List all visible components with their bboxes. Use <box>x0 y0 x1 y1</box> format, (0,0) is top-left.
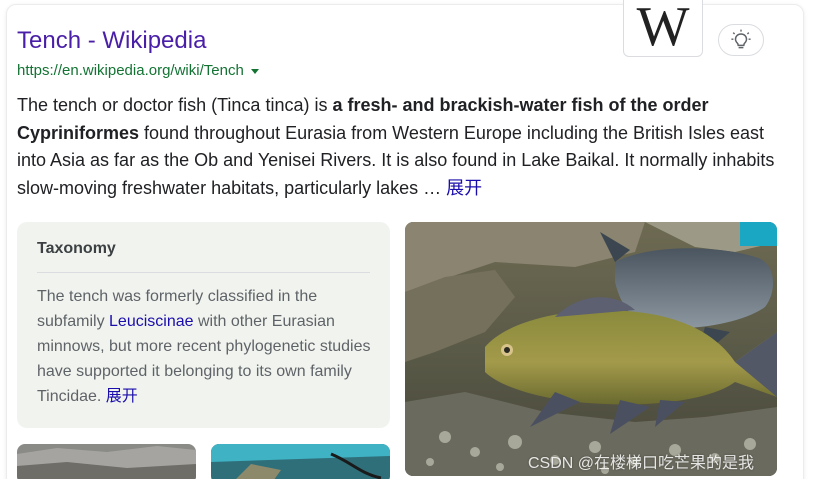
taxonomy-divider <box>37 272 370 273</box>
result-snippet: The tench or doctor fish (Tinca tinca) i… <box>17 92 787 202</box>
watermark-text: CSDN @在楼梯口吃芒果的是我 <box>528 455 755 472</box>
taxonomy-leuciscinae-link[interactable]: Leuciscinae <box>109 313 194 330</box>
taxonomy-title: Taxonomy <box>37 240 116 257</box>
thumbnail-2-graphic <box>211 444 390 479</box>
related-image-thumbnail-1[interactable] <box>17 444 196 479</box>
taxonomy-body: The tench was formerly classified in the… <box>37 284 372 409</box>
taxonomy-expand-link[interactable]: 展开 <box>106 388 138 405</box>
related-image-thumbnail-2[interactable] <box>211 444 390 479</box>
fish-photo-graphic <box>405 222 777 476</box>
lightbulb-icon <box>731 29 751 49</box>
result-url[interactable]: https://en.wikipedia.org/wiki/Tench <box>17 61 259 81</box>
search-result-page: Tench - Wikipedia https://en.wikipedia.o… <box>0 0 815 479</box>
snippet-text-1: The tench or doctor fish (Tinca tinca) i… <box>17 95 333 115</box>
lightbulb-button[interactable] <box>718 24 764 56</box>
snippet-expand-link[interactable]: 展开 <box>446 178 482 198</box>
tench-fish-image[interactable] <box>405 222 777 476</box>
thumbnail-1-graphic <box>17 444 196 479</box>
dropdown-caret-icon[interactable] <box>250 69 259 74</box>
result-title-link[interactable]: Tench - Wikipedia <box>17 26 206 56</box>
taxonomy-card[interactable]: Taxonomy The tench was formerly classifi… <box>17 222 390 428</box>
result-url-text[interactable]: https://en.wikipedia.org/wiki/Tench <box>17 61 244 81</box>
wikipedia-logo-icon[interactable]: W <box>623 0 703 57</box>
wikipedia-logo-letter: W <box>636 0 690 57</box>
